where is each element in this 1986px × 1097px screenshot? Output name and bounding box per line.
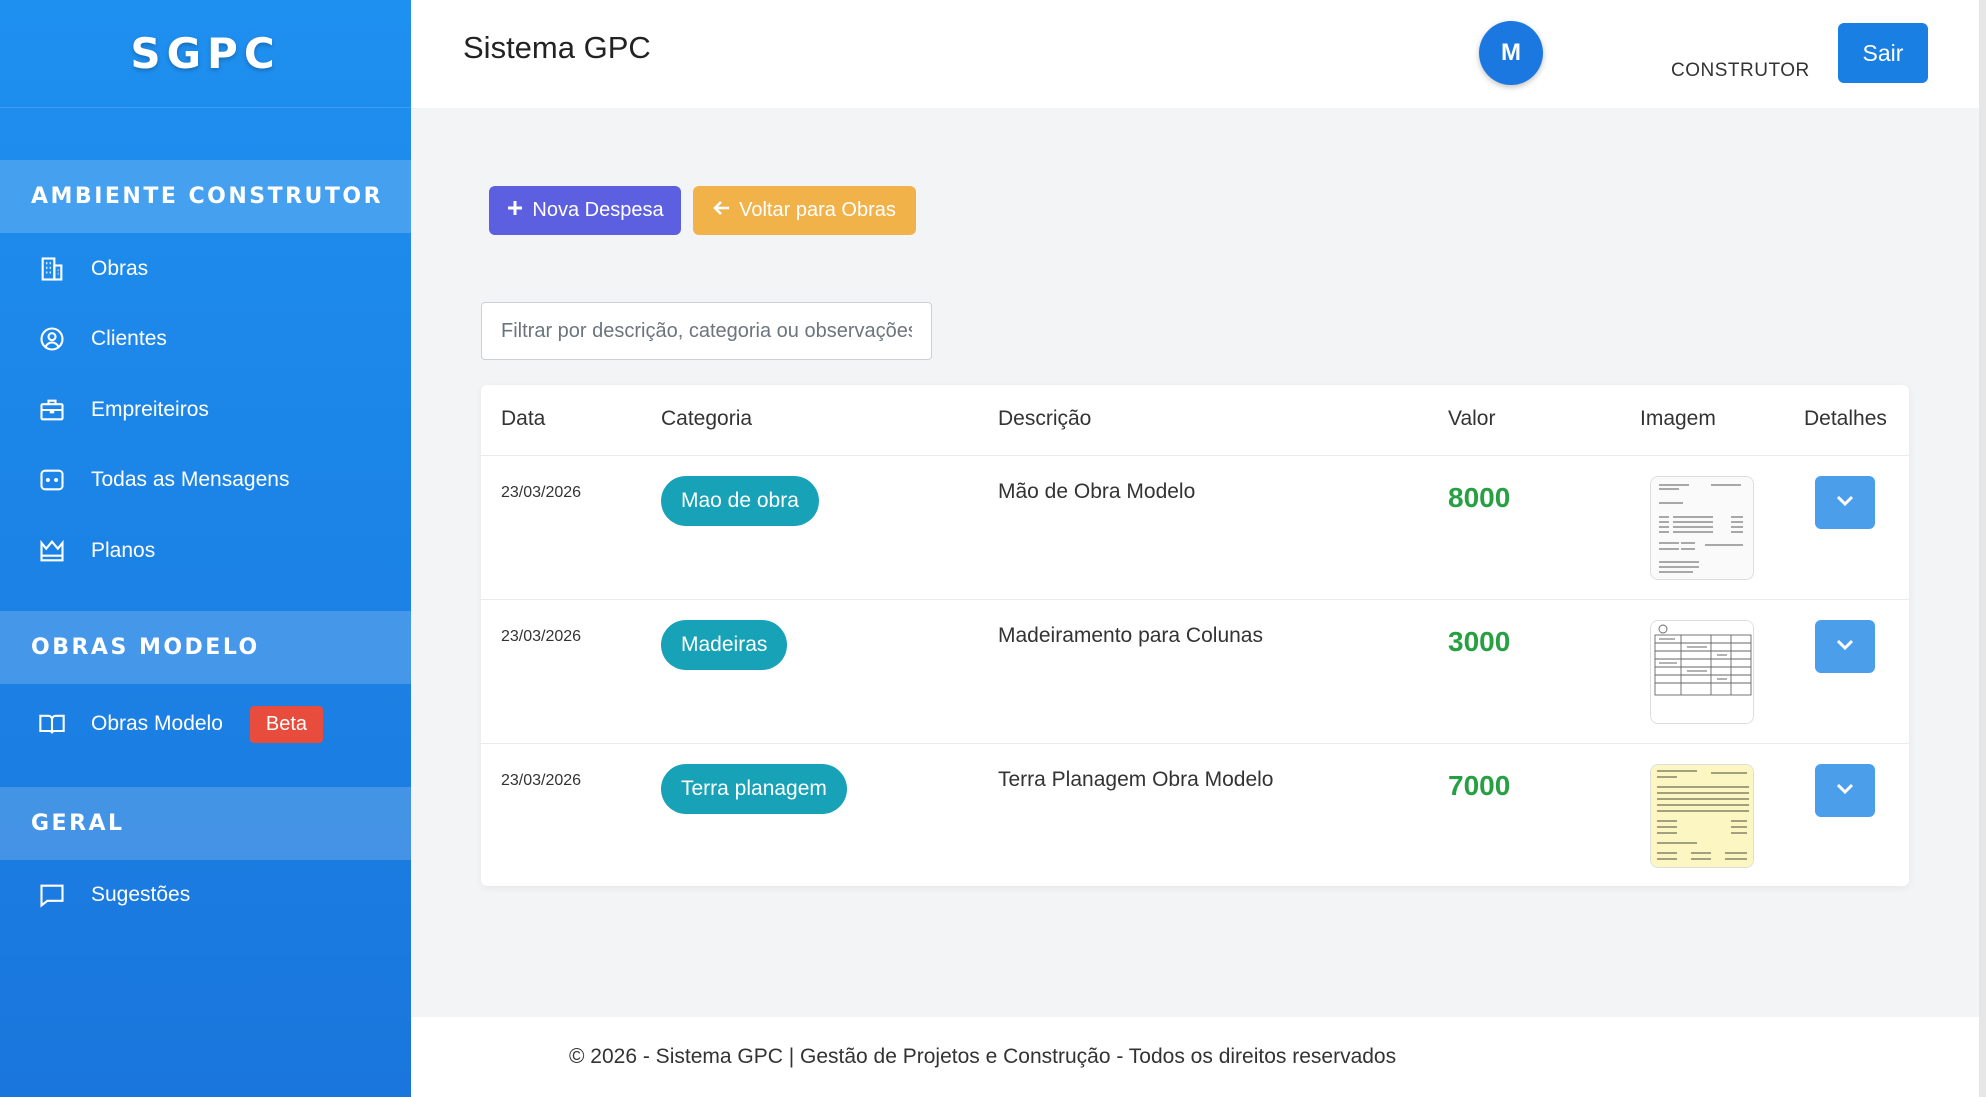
row-date: 23/03/2026 — [501, 628, 582, 645]
beta-badge: Beta — [249, 705, 324, 743]
category-badge: Mao de obra — [661, 476, 819, 526]
sidebar-item-label: Todas as Mensagens — [91, 468, 290, 491]
row-description: Madeiramento para Colunas — [998, 624, 1263, 647]
user-role: CONSTRUTOR — [1671, 60, 1810, 81]
chevron-down-icon — [1836, 783, 1854, 798]
sidebar-item-planos[interactable]: Planos — [0, 523, 411, 579]
sidebar-item-label: Sugestões — [91, 883, 191, 906]
column-header-valor: Valor — [1448, 407, 1496, 430]
column-header-imagem: Imagem — [1640, 407, 1716, 430]
new-expense-button[interactable]: Nova Despesa — [489, 186, 681, 235]
sidebar-item-todas-as-mensagens[interactable]: Todas as Mensagens — [0, 452, 411, 508]
details-toggle-button[interactable] — [1815, 764, 1875, 817]
top-bar: Sistema GPC M CONSTRUTOR Sair — [411, 0, 1979, 108]
user-circle-icon — [38, 325, 66, 353]
sidebar-item-obras-modelo[interactable]: Obras Modelo Beta — [0, 696, 411, 752]
row-value: 8000 — [1448, 482, 1511, 513]
sidebar-item-label: Planos — [91, 539, 156, 562]
column-header-data: Data — [501, 407, 546, 430]
row-value: 7000 — [1448, 770, 1511, 801]
chevron-down-icon — [1836, 495, 1854, 510]
back-to-works-label: Voltar para Obras — [739, 199, 896, 221]
category-badge: Madeiras — [661, 620, 788, 670]
building-icon — [38, 255, 66, 283]
book-icon — [38, 710, 66, 738]
new-expense-label: Nova Despesa — [532, 199, 664, 221]
yellow-receipt-thumbnail[interactable] — [1650, 764, 1754, 868]
sidebar-item-sugestoes[interactable]: Sugestões — [0, 867, 411, 923]
logout-button[interactable]: Sair — [1838, 23, 1928, 83]
column-header-categoria: Categoria — [661, 407, 753, 430]
table-row: 23/03/2026 Terra planagem Terra Planagem… — [481, 743, 1909, 887]
table-row: 23/03/2026 Mao de obra Mão de Obra Model… — [481, 455, 1909, 599]
arrow-left-icon — [713, 199, 731, 223]
plus-icon — [506, 199, 524, 223]
row-description: Terra Planagem Obra Modelo — [998, 768, 1274, 791]
row-value: 3000 — [1448, 626, 1511, 657]
category-badge: Terra planagem — [661, 764, 847, 814]
invoice-thumbnail[interactable] — [1650, 620, 1754, 724]
sidebar-item-label: Obras Modelo — [91, 712, 223, 735]
sidebar-item-empreiteiros[interactable]: Empreiteiros — [0, 382, 411, 438]
chevron-down-icon — [1836, 639, 1854, 654]
details-toggle-button[interactable] — [1815, 620, 1875, 673]
row-date: 23/03/2026 — [501, 772, 582, 789]
section-header-ambiente-construtor: AMBIENTE CONSTRUTOR — [0, 160, 411, 233]
receipt-thumbnail[interactable] — [1650, 476, 1754, 580]
scrollbar[interactable] — [1979, 0, 1986, 1097]
page-title: Sistema GPC — [463, 30, 651, 65]
section-header-obras-modelo: OBRAS MODELO — [0, 611, 411, 684]
column-header-detalhes: Detalhes — [1804, 407, 1887, 430]
comment-icon — [38, 881, 66, 909]
sidebar-item-label: Obras — [91, 257, 149, 280]
brand-logo[interactable]: SGPC — [0, 0, 411, 108]
briefcase-icon — [38, 396, 66, 424]
section-header-geral: GERAL — [0, 787, 411, 860]
sidebar-item-label: Clientes — [91, 327, 167, 350]
sidebar-item-clientes[interactable]: Clientes — [0, 311, 411, 367]
filter-input[interactable] — [481, 302, 932, 360]
sidebar-item-label: Empreiteiros — [91, 398, 209, 421]
sidebar-item-obras[interactable]: Obras — [0, 241, 411, 297]
crown-icon — [38, 537, 66, 565]
row-date: 23/03/2026 — [501, 484, 582, 501]
table-row: 23/03/2026 Madeiras Madeiramento para Co… — [481, 599, 1909, 743]
row-description: Mão de Obra Modelo — [998, 480, 1196, 503]
sidebar: SGPC AMBIENTE CONSTRUTOR Obras Clientes … — [0, 0, 411, 1097]
avatar[interactable]: M — [1479, 21, 1543, 85]
column-header-descricao: Descrição — [998, 407, 1092, 430]
footer: © 2026 - Sistema GPC | Gestão de Projeto… — [411, 1017, 1979, 1097]
back-to-works-button[interactable]: Voltar para Obras — [693, 186, 916, 235]
expenses-table: Data Categoria Descrição Valor Imagem De… — [481, 385, 1909, 886]
footer-text: © 2026 - Sistema GPC | Gestão de Projeto… — [569, 1045, 1397, 1068]
details-toggle-button[interactable] — [1815, 476, 1875, 529]
message-icon — [38, 466, 66, 494]
